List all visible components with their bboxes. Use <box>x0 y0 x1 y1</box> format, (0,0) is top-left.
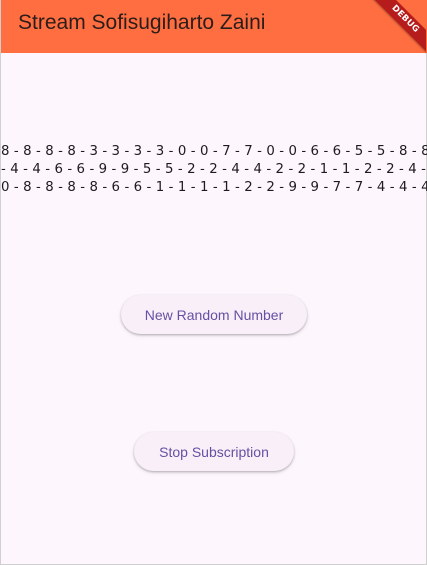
stream-output-line: - 4 - 4 - 6 - 6 - 9 - 9 - 5 - 5 - 2 - 2 … <box>1 162 427 177</box>
stream-output-line: 0 - 8 - 8 - 8 - 8 - 6 - 6 - 1 - 1 - 1 - … <box>1 180 427 195</box>
stop-subscription-button[interactable]: Stop Subscription <box>134 432 294 471</box>
stream-output-line: 8 - 8 - 8 - 8 - 3 - 3 - 3 - 3 - 0 - 0 - … <box>1 144 427 159</box>
app-bar-title: Stream Sofisugiharto Zaini <box>18 11 266 34</box>
stream-output-text: 8 - 8 - 8 - 8 - 3 - 3 - 3 - 3 - 0 - 0 - … <box>1 143 427 203</box>
app-bar: Stream Sofisugiharto Zaini <box>1 0 427 53</box>
new-random-number-button[interactable]: New Random Number <box>121 295 307 334</box>
